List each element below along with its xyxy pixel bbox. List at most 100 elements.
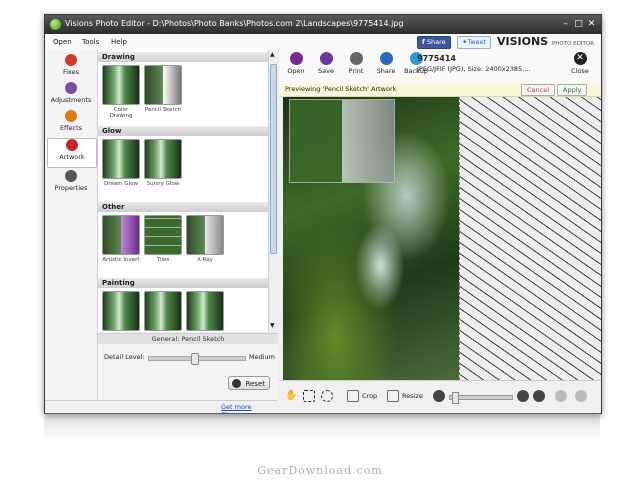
navigator-inset[interactable] — [289, 99, 395, 183]
reset-icon — [232, 379, 241, 388]
menu-tools[interactable]: Tools — [82, 38, 99, 46]
filter-list: Drawing Color Drawing Pencil Sketch Glow… — [98, 50, 268, 332]
fixes-icon — [65, 54, 77, 66]
adjustments-icon — [65, 82, 77, 94]
open-button[interactable]: Open — [281, 52, 311, 75]
close-window-icon[interactable]: ✕ — [585, 18, 598, 30]
effects-icon — [65, 110, 77, 122]
redo-icon[interactable] — [575, 390, 587, 402]
crop-icon[interactable] — [347, 390, 359, 402]
filter-thumbnail — [186, 215, 224, 255]
filter-thumbnail — [144, 139, 182, 179]
apply-button[interactable]: Apply — [557, 84, 588, 96]
filter-pencil-sketch[interactable]: Pencil Sketch — [144, 65, 182, 113]
filter-color-drawing[interactable]: Color Drawing — [102, 65, 140, 119]
tweet-button[interactable]: ✦Tweet — [457, 36, 492, 49]
share-button[interactable]: Share — [371, 52, 401, 75]
nav-adjustments[interactable]: Adjustments — [47, 82, 95, 110]
filter-thumbnail — [102, 139, 140, 179]
filter-thumbnail — [102, 215, 140, 255]
section-other: Other — [98, 202, 268, 212]
section-drawing: Drawing — [98, 52, 268, 62]
visions-logo: VISIONS PHOTO EDITOR — [497, 35, 595, 48]
filter-scrollbar[interactable]: ▲ ▼ — [268, 50, 278, 332]
zoom-slider[interactable] — [449, 392, 513, 404]
filter-thumbnail — [102, 65, 140, 105]
section-painting: Painting — [98, 278, 268, 288]
detail-level-label: Detail Level: — [104, 353, 145, 361]
scroll-up-icon[interactable]: ▲ — [270, 51, 275, 58]
menu-open[interactable]: Open — [53, 38, 72, 46]
resize-button[interactable]: Resize — [402, 392, 423, 400]
file-name: 9775414 — [417, 54, 456, 63]
detail-level-value: Medium — [249, 353, 275, 361]
filter-thumbnail — [144, 65, 182, 105]
filter-thumbnail — [144, 291, 182, 331]
main-toolbar: Open Save Print Share Backup 9775414 JPE… — [279, 50, 601, 84]
status-bar: Get more filters... — [45, 400, 277, 413]
general-panel-title: General: Pencil Sketch — [98, 334, 278, 344]
crop-button[interactable]: Crop — [362, 392, 377, 400]
rect-select-icon[interactable] — [303, 390, 315, 402]
save-button[interactable]: Save — [311, 52, 341, 75]
app-logo-icon — [50, 19, 61, 30]
section-glow: Glow — [98, 126, 268, 136]
title-bar: Visions Photo Editor - D:\Photos\Photo B… — [45, 15, 601, 34]
resize-icon[interactable] — [387, 390, 399, 402]
filter-artistic-invert[interactable]: Artistic Invert — [102, 215, 140, 263]
save-icon — [319, 52, 333, 65]
facebook-icon: f — [422, 38, 425, 46]
zoom-knob[interactable] — [452, 392, 459, 404]
file-details: JPEG/JFIF (JPG), Size: 2400x2385,... — [417, 65, 531, 73]
cancel-button[interactable]: Cancel — [521, 84, 556, 96]
ellipse-select-icon[interactable] — [321, 390, 333, 402]
window-reflection — [44, 413, 600, 441]
open-icon — [289, 52, 303, 65]
pencil-sketch-preview — [459, 97, 601, 380]
bottom-toolbar: ✋ Crop Resize — [279, 380, 601, 413]
print-icon — [349, 52, 363, 65]
filter-sunny-glow[interactable]: Sunny Glow — [144, 139, 182, 187]
nav-properties[interactable]: Properties — [47, 170, 95, 198]
window-title: Visions Photo Editor - D:\Photos\Photo B… — [65, 19, 404, 28]
close-image-button[interactable]: ✕ Close — [565, 52, 595, 75]
scrollbar-thumb[interactable] — [270, 64, 277, 254]
zoom-fit-icon[interactable] — [533, 390, 545, 402]
filter-thumbnail — [144, 215, 182, 255]
filter-x-ray[interactable]: X-Ray — [186, 215, 224, 263]
image-canvas[interactable] — [283, 97, 601, 380]
menu-help[interactable]: Help — [111, 38, 127, 46]
undo-icon[interactable] — [555, 390, 567, 402]
filter-dream-glow[interactable]: Dream Glow — [102, 139, 140, 187]
zoom-in-icon[interactable] — [517, 390, 529, 402]
facebook-share-button[interactable]: f Share — [417, 36, 451, 49]
hand-tool-icon[interactable]: ✋ — [285, 390, 297, 402]
filter-tiles[interactable]: Tiles — [144, 215, 182, 263]
filter-thumbnail — [102, 291, 140, 331]
artwork-icon — [66, 139, 78, 151]
file-info: 9775414 JPEG/JFIF (JPG), Size: 2400x2385… — [417, 54, 567, 73]
reset-button[interactable]: Reset — [228, 376, 270, 390]
filter-thumbnail — [186, 291, 224, 331]
slider-knob[interactable] — [191, 353, 199, 365]
filter-painting-1[interactable] — [102, 291, 140, 332]
properties-icon — [65, 170, 77, 182]
scroll-down-icon[interactable]: ▼ — [270, 322, 275, 329]
maximize-icon[interactable]: □ — [572, 18, 585, 30]
nav-fixes[interactable]: Fixes — [47, 54, 95, 82]
watermark-text: GearDownload.com — [257, 464, 383, 477]
preview-bar: Previewing 'Pencil Sketch' Artwork Cance… — [279, 83, 601, 97]
general-settings-panel: General: Pencil Sketch Detail Level: Med… — [98, 333, 278, 400]
detail-level-slider[interactable] — [148, 353, 246, 365]
minimize-icon[interactable]: – — [559, 18, 572, 30]
preview-text: Previewing 'Pencil Sketch' Artwork — [285, 85, 397, 93]
print-button[interactable]: Print — [341, 52, 371, 75]
zoom-out-icon[interactable] — [433, 390, 445, 402]
filter-painting-2[interactable] — [144, 291, 182, 332]
nav-artwork[interactable]: Artwork — [47, 138, 97, 168]
side-nav: Fixes Adjustments Effects Artwork Proper… — [45, 50, 98, 400]
filter-painting-3[interactable] — [186, 291, 224, 332]
app-window: Visions Photo Editor - D:\Photos\Photo B… — [44, 14, 602, 414]
share-icon — [379, 52, 393, 65]
nav-effects[interactable]: Effects — [47, 110, 95, 138]
